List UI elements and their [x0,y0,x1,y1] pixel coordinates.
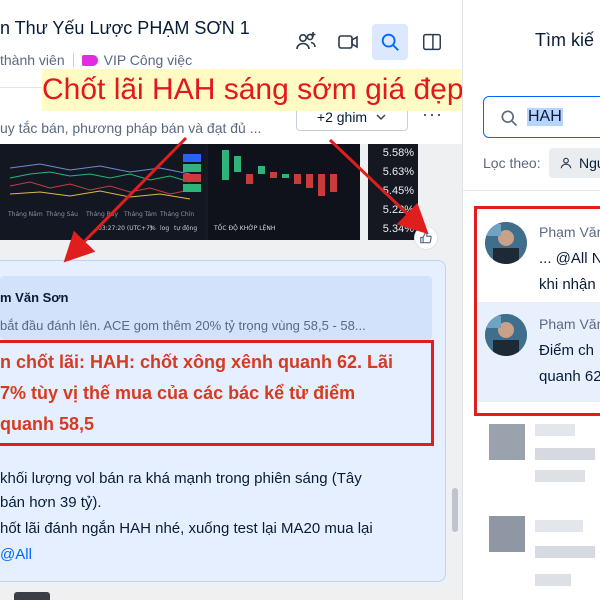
price-level-column: 5.58% 5.63% 5.45% 5.22% 5.34% [368,144,418,240]
divider [72,53,74,67]
tag-icon [81,54,98,66]
highlight-line-2: 7% tùy vị thế mua của các bác kể từ điểm [0,383,356,403]
axis-label-1: Tháng Năm [7,211,43,218]
video-call-icon[interactable] [330,24,366,60]
price-level: 5.63% [382,166,414,178]
highlight-line-1: n chốt lãi: HAH: chốt xông xênh quanh 62… [0,352,394,372]
results-highlight-box [474,206,600,416]
panel-title: TỐC ĐỘ KHỚP LỆNH [213,224,275,232]
app-window: n Thư Yếu Lược PHẠM SƠN 1 thành viên VIP… [0,0,600,600]
blurred-text [535,520,583,532]
search-icon [501,110,518,127]
axis-label-3: Tháng Bảy [85,211,118,218]
message-line-1: khối lượng vol bán ra khá mạnh trong phi… [0,470,362,487]
price-level: 5.58% [382,147,414,159]
pinned-message-text[interactable]: uy tắc bán, phương pháp bán và đạt đủ ..… [0,120,261,136]
message-line-3: hốt lãi đánh ngắn HAH nhé, xuống test lạ… [0,520,373,537]
chart-timestamp: 03:27:20 (UTC+7) [98,225,152,232]
blurred-avatar [489,516,525,552]
price-level: 5.45% [382,185,414,197]
search-query[interactable]: HAH [527,108,563,126]
member-count-label[interactable]: thành viên [0,52,65,68]
mention-all-link[interactable]: @All [0,546,32,563]
filter-sender-button[interactable]: Ngư [549,148,600,178]
search-panel-title: Tìm kiế [535,30,595,50]
chart-control-auto: tự động [174,225,197,232]
chart-screenshot[interactable]: Tháng Năm Tháng Sáu Tháng Bảy Tháng Tám … [0,144,360,240]
search-icon[interactable] [372,24,408,60]
blurred-text [535,546,595,558]
price-level: 5.22% [382,204,414,216]
blurred-avatar [489,424,525,460]
like-icon[interactable] [414,226,438,250]
filter-label: Lọc theo: [483,155,541,171]
vip-tag-label[interactable]: VIP Công việc [104,52,192,68]
blurred-text [535,448,595,460]
group-subtitle: thành viên VIP Công việc [0,52,192,68]
highlight-line-3: quanh 58,5 [0,414,95,434]
more-pins-label: +2 ghim [316,109,368,125]
blurred-text [535,470,585,482]
header-actions [288,24,450,60]
axis-label-5: Tháng Chín [159,211,194,218]
group-title[interactable]: n Thư Yếu Lược PHẠM SƠN 1 [0,18,250,39]
sidebar-toggle-icon[interactable] [414,24,450,60]
next-message-avatar [14,592,50,600]
axis-label-2: Tháng Sáu [45,211,78,218]
divider [463,190,600,191]
blurred-text [535,424,575,436]
user-icon [560,157,572,169]
price-level: 5.34% [382,223,414,235]
blurred-text [535,574,571,586]
chart-control-percent: % [150,225,156,232]
add-member-icon[interactable] [288,24,324,60]
quoted-author: m Văn Sơn [0,290,69,305]
message-line-2: bán hơn 39 tỷ). [0,494,102,511]
filter-sender-label: Ngư [579,155,600,171]
axis-label-4: Tháng Tám [123,211,157,218]
quoted-text: bắt đầu đánh lên. ACE gom thêm 20% tỷ tr… [0,318,366,333]
chevron-down-icon [376,114,386,121]
chart-control-log: log [160,225,169,232]
scrollbar-thumb[interactable] [452,488,458,532]
